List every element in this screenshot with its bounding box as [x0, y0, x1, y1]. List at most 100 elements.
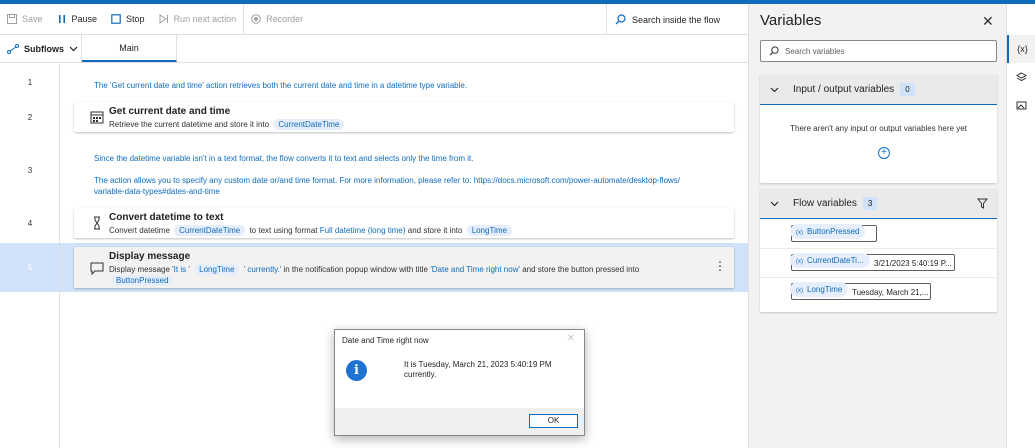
images-tab-button[interactable] [1007, 91, 1035, 119]
variable-chip[interactable]: ButtonPressed [111, 275, 174, 286]
search-icon [615, 14, 626, 25]
chevron-down-icon [770, 201, 779, 206]
flow-variable-row[interactable]: (x) CurrentDateTi... 3/21/2023 5:40:19 P.… [760, 249, 997, 278]
action-get-current-datetime[interactable]: Get current date and time Retrieve the c… [74, 102, 734, 132]
save-label: Save [22, 14, 43, 24]
flow-variables-section: Flow variables 3 (x) ButtonPressed (x) Cur… [760, 189, 997, 312]
io-count-badge: 0 [900, 83, 915, 96]
flow-search-box[interactable]: Search inside the flow [606, 4, 748, 35]
comment-action-1[interactable]: The 'Get current date and time' action r… [94, 80, 467, 91]
message-text: 'It is ' [172, 265, 190, 274]
variable-chip[interactable]: CurrentDateTime [273, 119, 345, 130]
info-icon: i [346, 360, 367, 381]
save-icon [7, 14, 17, 24]
toolbar: Save Pause Stop Run next action Recorder… [0, 3, 748, 35]
recorder-label: Recorder [266, 14, 304, 24]
variable-chip[interactable]: LongTime [194, 264, 240, 275]
variables-icon: {x} [1017, 44, 1028, 54]
stop-label: Stop [126, 14, 145, 24]
recorder-button[interactable]: Recorder [244, 4, 310, 35]
line-number: 5 [27, 263, 33, 272]
variable-name: ButtonPressed [807, 227, 860, 236]
flow-variable-row[interactable]: (x) ButtonPressed [760, 220, 997, 249]
message-icon [90, 262, 104, 275]
subflows-label: Subflows [24, 43, 64, 54]
variable-chip[interactable]: (x) CurrentDateTi... [790, 253, 870, 268]
tab-main-label: Main [119, 42, 139, 53]
variables-tab-button[interactable]: {x} [1007, 35, 1035, 63]
action-description-text: Display message [109, 265, 170, 274]
action-title: Get current date and time [109, 106, 231, 117]
ui-elements-tab-button[interactable] [1007, 63, 1035, 91]
comment-action-3a[interactable]: Since the datetime variable isn't in a t… [94, 153, 473, 164]
io-empty-text: There aren't any input or output variabl… [790, 124, 967, 133]
subflow-tabs: Subflows Main [0, 35, 748, 63]
variables-search-input[interactable]: Search variables [760, 40, 997, 62]
variables-title: Variables [760, 12, 822, 29]
subflows-icon [7, 43, 19, 54]
tab-main[interactable]: Main [82, 35, 177, 62]
more-options-icon[interactable]: ⋮ [714, 259, 726, 273]
action-description-text: and store it into [407, 226, 463, 235]
flow-variables-label: Flow variables [793, 198, 857, 209]
action-convert-datetime[interactable]: Convert datetime to text Convert datetim… [74, 208, 734, 238]
line-number: 2 [27, 113, 33, 122]
subflows-dropdown[interactable]: Subflows [0, 35, 82, 62]
close-icon[interactable]: ✕ [567, 333, 575, 344]
action-description-text: Convert datetime [109, 226, 170, 235]
io-variables-label: Input / output variables [793, 84, 895, 95]
popup-titlebar: Date and Time right now ✕ [335, 330, 584, 350]
action-description-line2: ButtonPressed [109, 275, 175, 286]
step-forward-icon [159, 14, 168, 24]
pause-icon [58, 15, 65, 23]
close-icon[interactable]: ✕ [982, 13, 994, 30]
popup-title-value: 'Date and Time right now' [430, 265, 520, 274]
side-rail: {x} [1006, 4, 1035, 448]
variable-value: Tuesday, March 21,... [852, 288, 929, 297]
convert-icon [94, 216, 100, 230]
add-icon[interactable]: + [878, 147, 890, 159]
message-popup-dialog: Date and Time right now ✕ i It is Tuesda… [334, 329, 585, 436]
action-description-text: to text using format [249, 226, 318, 235]
io-variables-header[interactable]: Input / output variables 0 [760, 75, 997, 105]
line-number: 4 [27, 219, 33, 228]
flow-variable-row[interactable]: (x) LongTime Tuesday, March 21,... [760, 278, 997, 307]
comment-action-3c[interactable]: variable-data-types#dates-and-time [94, 186, 220, 197]
stop-icon [111, 14, 121, 24]
popup-footer: OK [335, 408, 584, 435]
chevron-down-icon [770, 87, 779, 92]
action-title: Convert datetime to text [109, 212, 224, 223]
chevron-down-icon [69, 46, 78, 51]
variable-name: CurrentDateTi... [807, 256, 864, 265]
ok-button[interactable]: OK [529, 414, 578, 428]
variable-chip[interactable]: CurrentDateTime [174, 225, 246, 236]
format-value: Full datetime (long time) [319, 226, 406, 235]
action-description: Display message 'It is ' LongTime ' curr… [109, 264, 639, 275]
comment-action-3b[interactable]: The action allows you to specify any cus… [94, 175, 680, 186]
stop-button[interactable]: Stop [104, 4, 152, 35]
filter-icon[interactable] [977, 198, 988, 209]
flow-count-badge: 3 [862, 197, 878, 210]
action-display-message[interactable]: Display message Display message 'It is '… [74, 247, 734, 288]
variable-chip[interactable]: LongTime [466, 225, 512, 236]
variable-chip[interactable]: (x) ButtonPressed [790, 224, 866, 239]
action-description: Convert datetime CurrentDateTime to text… [109, 225, 514, 236]
variable-chip[interactable]: (x) LongTime [790, 282, 849, 297]
flow-search-label: Search inside the flow [632, 14, 721, 25]
action-title: Display message [109, 251, 191, 262]
io-variables-section: Input / output variables 0 There aren't … [760, 75, 997, 183]
action-description-text: Retrieve the current datetime and store … [109, 120, 270, 129]
pause-button[interactable]: Pause [50, 4, 105, 35]
variable-type-icon: (x) [796, 230, 803, 236]
variables-pane: Variables ✕ Search variables Input / out… [748, 4, 1006, 448]
variables-search-placeholder: Search variables [785, 46, 845, 56]
save-button[interactable]: Save [0, 4, 50, 35]
variable-type-icon: (x) [796, 288, 803, 294]
variable-value: 3/21/2023 5:40:19 P... [874, 259, 952, 268]
line-number: 3 [27, 166, 33, 175]
variable-name: LongTime [807, 285, 843, 294]
message-text: ' currently.' [243, 265, 282, 274]
pause-label: Pause [71, 14, 98, 24]
flow-variables-header[interactable]: Flow variables 3 [760, 189, 997, 219]
run-next-action-button[interactable]: Run next action [152, 4, 244, 35]
